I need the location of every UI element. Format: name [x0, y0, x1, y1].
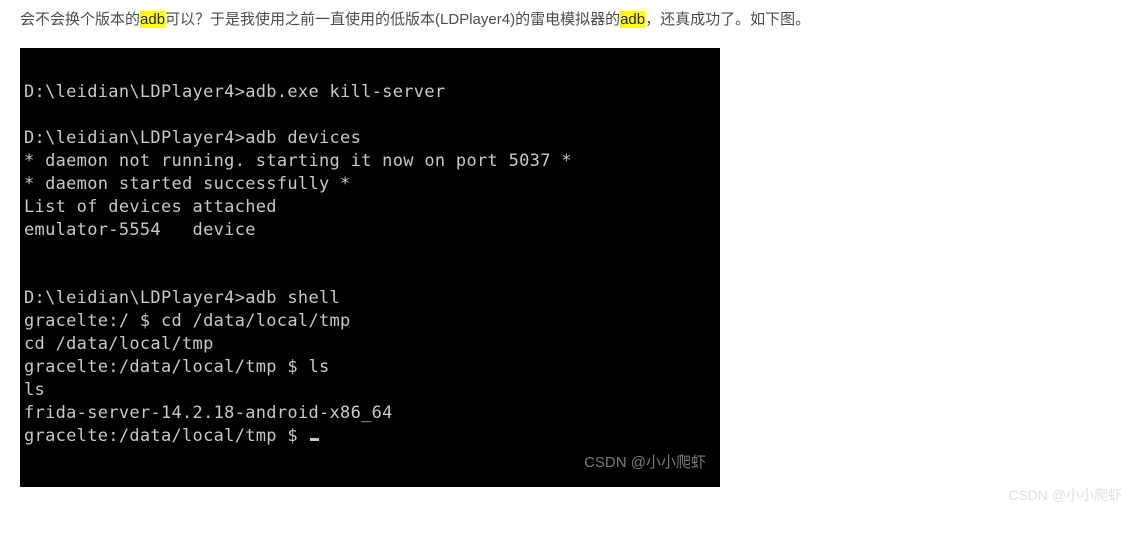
terminal-line: gracelte:/ $ cd /data/local/tmp	[24, 311, 351, 331]
terminal-line: List of devices attached	[24, 197, 277, 217]
terminal-line: * daemon not running. starting it now on…	[24, 151, 572, 171]
description-paragraph: 会不会换个版本的adb可以？于是我使用之前一直使用的低版本(LDPlayer4)…	[20, 8, 1124, 32]
terminal-line	[24, 265, 35, 285]
highlight-adb-1: adb	[140, 11, 165, 28]
terminal-line: gracelte:/data/local/tmp $	[24, 426, 308, 446]
terminal-line: D:\leidian\LDPlayer4>adb devices	[24, 128, 361, 148]
para-text-1: 会不会换个版本的	[20, 11, 140, 28]
highlight-adb-2: adb	[620, 11, 645, 28]
terminal-line	[24, 105, 35, 125]
terminal-line: ls	[24, 380, 45, 400]
page-watermark: CSDN @小小爬虾	[1008, 485, 1122, 505]
terminal-line: frida-server-14.2.18-android-x86_64	[24, 403, 393, 423]
terminal-line	[24, 243, 35, 263]
terminal-line: emulator-5554 device	[24, 220, 256, 240]
cursor-icon	[310, 438, 319, 441]
para-text-3: ，还真成功了。如下图。	[645, 11, 810, 28]
terminal-watermark: CSDN @小小爬虾	[584, 453, 706, 473]
terminal-line: D:\leidian\LDPlayer4>adb shell	[24, 288, 340, 308]
terminal-line: gracelte:/data/local/tmp $ ls	[24, 357, 330, 377]
terminal-line: D:\leidian\LDPlayer4>adb.exe kill-server	[24, 82, 445, 102]
para-text-2: 可以？于是我使用之前一直使用的低版本(LDPlayer4)的雷电模拟器的	[165, 11, 620, 28]
terminal-line: cd /data/local/tmp	[24, 334, 214, 354]
terminal-screenshot: D:\leidian\LDPlayer4>adb.exe kill-server…	[20, 48, 720, 487]
terminal-line: * daemon started successfully *	[24, 174, 351, 194]
